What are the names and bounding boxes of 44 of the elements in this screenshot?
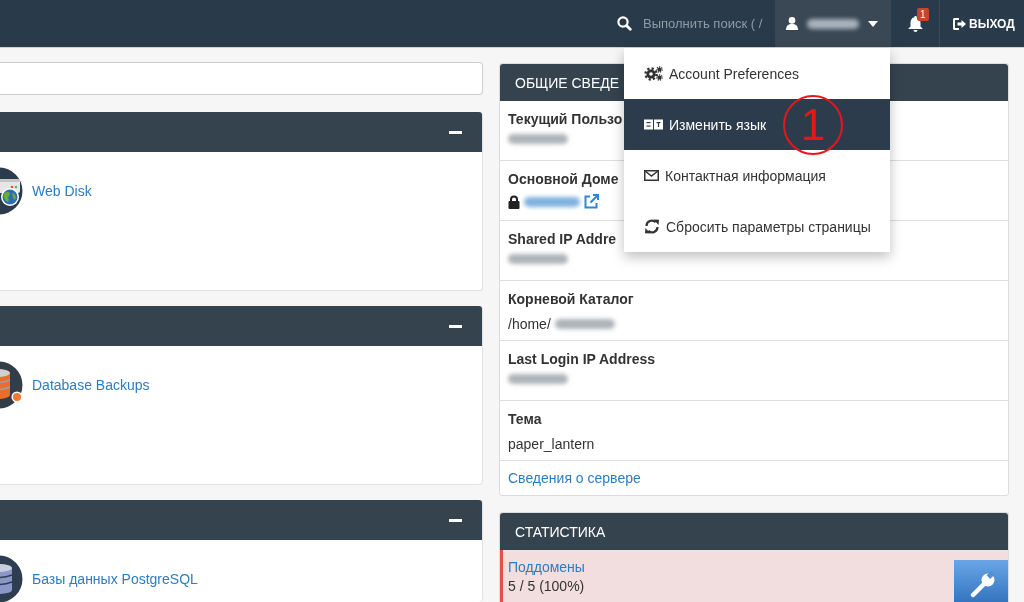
step-number-callout: 1 [783,95,843,155]
external-link-icon[interactable] [584,194,599,209]
field-label: Last Login IP Address [508,350,656,369]
field-label: Корневой Каталог [508,290,634,309]
lock-icon [508,194,520,209]
field-label: Тема [508,410,542,429]
menu-item[interactable]: Account Preferences [624,48,890,99]
field-label: Shared IP Addre [508,230,617,249]
collapse-icon[interactable] [449,130,462,134]
server-globe-icon[interactable] [0,166,23,216]
logout-icon [953,17,966,30]
search-icon[interactable] [617,16,632,31]
language-icon [644,119,663,130]
envelope-icon [644,170,659,181]
panel-title: СТАТИСТИКА [515,523,606,540]
panel-title: ОБЩИЕ СВЕДЕ [515,74,620,91]
menu-item[interactable]: Контактная информация [624,150,890,201]
menu-item[interactable]: Сбросить параметры страницы [624,201,890,252]
tool-link[interactable]: Web Disk [32,183,92,199]
server-info-link[interactable]: Сведения о сервере [508,470,641,486]
search-field[interactable]: Выполнить поиск ( / [643,16,775,31]
field-value: /home/ [508,315,551,334]
notifications-button[interactable]: 1 [890,0,940,47]
field-value: paper_lantern [508,435,595,454]
blurred-username [807,18,859,29]
filter-field[interactable] [0,62,483,95]
field-label: Основной Доме [508,170,619,189]
user-menu-button[interactable] [775,0,890,47]
field-label: Текущий Пользо [508,110,623,129]
notification-badge: 1 [917,8,929,21]
stat-value: 5 / 5 (100%) [508,577,585,595]
user-icon [786,17,798,30]
wrench-icon[interactable] [954,560,1008,602]
collapse-icon[interactable] [449,518,462,522]
database-icon[interactable] [0,554,23,602]
stat-link[interactable]: Поддомены [508,557,585,577]
logout-button[interactable]: ВЫХОД [940,0,1024,47]
refresh-icon [644,219,660,234]
caret-icon [868,20,878,27]
gears-icon [644,66,663,81]
tool-link[interactable]: Database Backups [32,377,150,393]
tool-link[interactable]: Базы данных PostgreSQL [32,571,198,587]
collapse-icon[interactable] [449,324,462,328]
database-icon[interactable] [0,360,23,410]
